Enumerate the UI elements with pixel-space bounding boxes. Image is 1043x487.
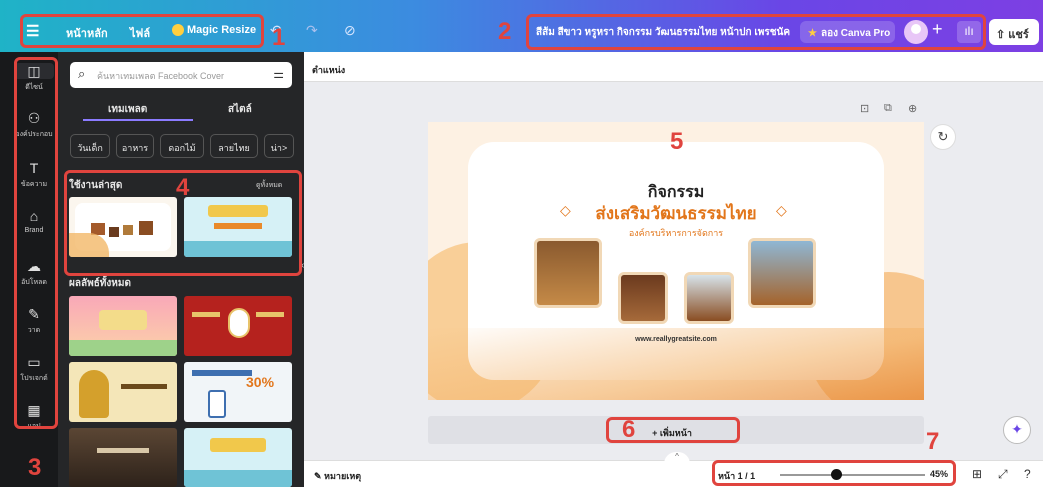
- thumb-portrait: [228, 308, 250, 338]
- thumb-text-bar: [192, 370, 252, 376]
- chip-thai-pattern[interactable]: ลายไทย: [210, 134, 258, 158]
- annotation-number-7: 7: [926, 428, 940, 455]
- duplicate-icon[interactable]: ⧉: [884, 102, 892, 115]
- share-label: แชร์: [1008, 29, 1029, 41]
- result-template-thumb[interactable]: [69, 296, 177, 356]
- result-template-thumb[interactable]: [69, 428, 177, 487]
- photo-temple[interactable]: [684, 272, 734, 324]
- redo-icon[interactable]: ↷: [306, 22, 318, 39]
- refresh-icon[interactable]: ↻: [930, 124, 956, 150]
- annotation-box-3: [14, 57, 58, 429]
- thumb-banner: [210, 438, 266, 452]
- photo-buddha[interactable]: [748, 238, 816, 308]
- slide-org[interactable]: องค์กรบริหารการจัดการ: [428, 226, 924, 240]
- photo-portrait[interactable]: [618, 272, 668, 324]
- cloud-save-icon[interactable]: ⊘: [344, 22, 356, 39]
- result-template-thumb[interactable]: [184, 428, 292, 487]
- diamond-icon: ◇: [776, 202, 787, 218]
- notes-label: หมายเหตุ: [324, 471, 362, 481]
- search-icon: ⌕: [78, 66, 86, 81]
- add-page-icon[interactable]: ⊕: [908, 102, 917, 115]
- notes-icon: ✎: [314, 471, 325, 481]
- position-button[interactable]: ตำแหน่ง: [312, 63, 345, 77]
- context-toolbar: [304, 52, 1043, 82]
- result-template-thumb[interactable]: [69, 362, 177, 422]
- chip-more[interactable]: น่า>: [264, 134, 294, 158]
- thumb-waves: [184, 470, 292, 487]
- tab-templates[interactable]: เทมเพลต: [108, 102, 147, 117]
- annotation-box-1: [20, 14, 264, 48]
- fullscreen-icon[interactable]: ⤢: [998, 467, 1008, 482]
- annotation-number-4: 4: [176, 174, 190, 201]
- annotation-box-7: [712, 460, 956, 486]
- annotation-box-2: [526, 14, 986, 50]
- share-button[interactable]: ⇧ แชร์: [989, 19, 1039, 45]
- thumb-ground: [69, 340, 177, 356]
- thumb-buddha: [79, 370, 109, 418]
- slide-subheading[interactable]: ส่งเสริมวัฒนธรรมไทย: [428, 200, 924, 227]
- annotation-number-5: 5: [670, 128, 684, 155]
- thumb-text-bar: [97, 448, 149, 453]
- annotation-number-1: 1: [272, 24, 286, 51]
- magic-sparkle-icon[interactable]: ✦: [1003, 416, 1031, 444]
- active-tab-indicator: [83, 119, 193, 121]
- tab-styles[interactable]: สไตล์: [228, 102, 252, 117]
- chip-flowers[interactable]: ดอกไม้: [160, 134, 204, 158]
- share-icon: ⇧: [996, 29, 1009, 41]
- annotation-number-3: 3: [28, 454, 42, 481]
- search-input[interactable]: ค้นหาเทมเพลต Facebook Cover: [97, 69, 224, 83]
- filter-icon[interactable]: ⚌: [273, 67, 284, 81]
- thumb-text-bar: [192, 312, 220, 317]
- annotation-number-6: 6: [622, 416, 636, 443]
- design-slide[interactable]: กิจกรรม ส่งเสริมวัฒนธรรมไทย องค์กรบริหาร…: [428, 122, 924, 400]
- notes-button[interactable]: ✎ หมายเหตุ: [314, 469, 361, 483]
- template-search[interactable]: ⌕ ค้นหาเทมเพลต Facebook Cover ⚌: [70, 62, 292, 88]
- thumb-phone: [208, 390, 226, 418]
- chip-children-day[interactable]: วันเด็ก: [70, 134, 110, 158]
- thumb-discount: 30%: [246, 374, 275, 390]
- result-template-thumb[interactable]: 30%: [184, 362, 292, 422]
- all-results-title: ผลลัพธ์ทั้งหมด: [69, 278, 131, 289]
- lock-icon[interactable]: ⊡: [860, 102, 869, 115]
- grid-view-icon[interactable]: ⊞: [972, 467, 982, 481]
- photo-dancer[interactable]: [534, 238, 602, 308]
- thumb-text-bar: [256, 312, 284, 317]
- thumb-banner: [99, 310, 147, 330]
- result-template-thumb[interactable]: [184, 296, 292, 356]
- diamond-icon: ◇: [560, 202, 571, 218]
- thumb-text-bar: [121, 384, 167, 389]
- annotation-number-2: 2: [498, 18, 512, 45]
- chip-food[interactable]: อาหาร: [116, 134, 154, 158]
- slide-website[interactable]: www.reallygreatsite.com: [428, 336, 924, 343]
- help-icon[interactable]: ?: [1024, 467, 1031, 481]
